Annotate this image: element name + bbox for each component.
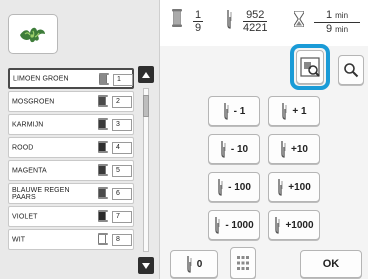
thread-spool-icon bbox=[98, 118, 108, 130]
color-total: 9 bbox=[195, 22, 202, 34]
stitch-step-button[interactable]: +1000 bbox=[268, 210, 320, 240]
thread-color-name: LIMOEN GROEN bbox=[13, 75, 69, 82]
stitch-step-button[interactable]: - 1 bbox=[208, 96, 260, 126]
needle-icon bbox=[215, 217, 220, 234]
embroidery-preview bbox=[8, 14, 58, 54]
thread-order-number: 1 bbox=[113, 74, 133, 86]
reset-to-zero-label: 0 bbox=[196, 258, 203, 270]
thread-order-number: 8 bbox=[112, 234, 132, 246]
reset-to-zero-button[interactable]: 0 bbox=[170, 250, 218, 278]
progress-counters: 1 9 952 4221 1 min 9 min bbox=[160, 0, 368, 46]
stitch-step-button[interactable]: - 100 bbox=[208, 172, 260, 202]
thread-color-name: BLAUWE REGEN PAARS bbox=[12, 186, 70, 201]
thread-color-name: ROOD bbox=[12, 144, 34, 151]
time-counter: 1 min 9 min bbox=[314, 9, 360, 36]
color-current: 1 bbox=[193, 9, 204, 22]
thread-spool-icon bbox=[98, 164, 108, 176]
needle-icon bbox=[224, 103, 229, 120]
thread-list-scrollbar[interactable] bbox=[138, 66, 154, 279]
stitch-step-button[interactable]: + 1 bbox=[268, 96, 320, 126]
magnify-icon bbox=[344, 63, 359, 78]
thread-list-item[interactable]: WIT 8 bbox=[8, 229, 134, 250]
thread-order-number: 5 bbox=[112, 165, 132, 177]
thread-spool-icon bbox=[98, 95, 108, 107]
thread-order-number: 2 bbox=[112, 96, 132, 108]
thread-spool-icon bbox=[172, 9, 182, 27]
embroidery-preview-icon bbox=[20, 27, 45, 43]
selection-highlight bbox=[290, 44, 330, 90]
thread-list-item[interactable]: VIOLET 7 bbox=[8, 206, 134, 227]
stitch-step-button[interactable]: +10 bbox=[268, 134, 320, 164]
ok-button[interactable]: OK bbox=[300, 250, 362, 278]
stitch-step-button[interactable]: +100 bbox=[268, 172, 320, 202]
thread-order-number: 3 bbox=[112, 119, 132, 131]
thread-order-number: 7 bbox=[112, 211, 132, 223]
stitch-step-label: - 1 bbox=[233, 105, 246, 117]
triangle-down-icon bbox=[142, 262, 150, 269]
needle-icon bbox=[221, 141, 226, 158]
thread-list-item[interactable]: MOSGROEN 2 bbox=[8, 91, 134, 112]
needle-icon bbox=[275, 217, 280, 234]
scroll-down-button[interactable] bbox=[138, 257, 154, 274]
grid-view-button[interactable] bbox=[230, 247, 256, 279]
stitch-step-label: - 100 bbox=[228, 181, 251, 193]
grid-icon bbox=[237, 256, 249, 270]
stitch-step-button[interactable]: - 1000 bbox=[208, 210, 260, 240]
thread-list-item[interactable]: LIMOEN GROEN 1 bbox=[8, 68, 134, 89]
thread-list-item[interactable]: MAGENTA 5 bbox=[8, 160, 134, 181]
scroll-up-button[interactable] bbox=[138, 66, 154, 83]
stitch-step-label: + 1 bbox=[292, 105, 307, 117]
needle-icon bbox=[282, 103, 287, 120]
thread-spool-icon bbox=[98, 210, 108, 222]
stitch-step-label: +10 bbox=[291, 143, 308, 155]
thread-color-name: MOSGROEN bbox=[12, 98, 55, 105]
thread-spool-icon bbox=[99, 73, 109, 85]
needle-icon bbox=[227, 10, 232, 29]
hourglass-icon bbox=[294, 11, 304, 27]
needle-icon bbox=[187, 256, 192, 273]
time-current-unit: min bbox=[335, 11, 349, 20]
thread-list-item[interactable]: BLAUWE REGEN PAARS 6 bbox=[8, 183, 134, 204]
thread-order-number: 6 bbox=[112, 188, 132, 200]
color-counter: 1 9 bbox=[193, 9, 204, 34]
thread-color-name: VIOLET bbox=[12, 213, 38, 220]
thread-spool-icon bbox=[98, 187, 108, 199]
time-current: 1 bbox=[325, 9, 333, 21]
thread-color-name: KARMIJN bbox=[12, 121, 44, 128]
thread-list-item[interactable]: ROOD 4 bbox=[8, 137, 134, 158]
thread-list-item[interactable]: KARMIJN 3 bbox=[8, 114, 134, 135]
scroll-thumb[interactable] bbox=[143, 95, 149, 117]
stitch-counter: 952 4221 bbox=[243, 9, 268, 34]
stitch-step-label: - 1000 bbox=[225, 219, 254, 231]
triangle-up-icon bbox=[142, 71, 150, 78]
ok-label: OK bbox=[322, 258, 340, 270]
stitch-step-button[interactable]: - 10 bbox=[208, 134, 260, 164]
time-total-unit: min bbox=[335, 25, 349, 34]
thread-navigation-screen: LIMOEN GROEN 1 MOSGROEN 2 KARMIJN 3 ROOD 4 MAGEN… bbox=[0, 0, 368, 279]
stitch-current: 952 bbox=[243, 9, 268, 22]
magnify-button[interactable] bbox=[338, 55, 364, 85]
thread-color-list: LIMOEN GROEN 1 MOSGROEN 2 KARMIJN 3 ROOD 4 MAGEN… bbox=[8, 68, 134, 252]
thread-list-panel: LIMOEN GROEN 1 MOSGROEN 2 KARMIJN 3 ROOD 4 MAGEN… bbox=[0, 0, 160, 279]
stitch-total: 4221 bbox=[243, 22, 268, 34]
stitch-step-label: +100 bbox=[288, 181, 311, 193]
thread-color-name: MAGENTA bbox=[12, 167, 47, 174]
time-total: 9 bbox=[325, 23, 333, 35]
thread-order-number: 4 bbox=[112, 142, 132, 154]
needle-icon bbox=[278, 179, 283, 196]
thread-spool-icon bbox=[98, 233, 108, 245]
thread-spool-icon bbox=[98, 141, 108, 153]
stitch-step-label: - 10 bbox=[230, 143, 249, 155]
scroll-track[interactable] bbox=[143, 88, 149, 252]
stitch-step-label: +1000 bbox=[285, 219, 314, 231]
needle-icon bbox=[218, 179, 223, 196]
thread-color-name: WIT bbox=[12, 236, 26, 243]
needle-icon bbox=[281, 141, 286, 158]
